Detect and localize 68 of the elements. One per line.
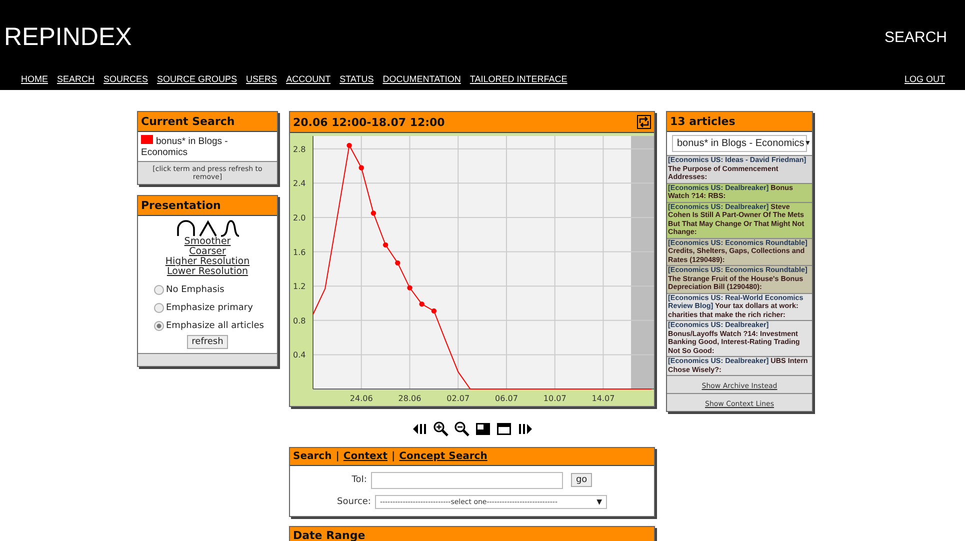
data-point <box>346 142 352 148</box>
panel-title: 13 articles <box>667 112 812 132</box>
data-point <box>395 260 400 266</box>
nav-link[interactable]: SEARCH <box>57 74 95 84</box>
source-label: Source: <box>337 497 371 507</box>
nav-link[interactable]: STATUS <box>340 74 374 84</box>
presentation-link[interactable]: Smoother <box>184 237 231 247</box>
data-point <box>370 210 376 216</box>
nav-link[interactable]: TAILORED INTERFACE <box>470 74 568 84</box>
site-logo[interactable]: REPINDEX <box>4 22 132 52</box>
tab-separator: | <box>336 451 340 462</box>
emphasis-option[interactable]: Emphasize primary <box>154 299 253 317</box>
scroll-left-icon[interactable] <box>412 421 428 437</box>
zoom-out-icon[interactable] <box>454 421 470 437</box>
y-tick-label: 0.4 <box>293 350 306 360</box>
search-term[interactable]: bonus* in Blogs - Economics <box>138 132 277 161</box>
logout-link[interactable]: LOG OUT <box>904 74 945 84</box>
presentation-link[interactable]: Coarser <box>189 247 226 257</box>
x-tick-label: 28.06 <box>398 394 422 403</box>
nav-link[interactable]: SOURCE GROUPS <box>157 74 238 84</box>
refresh-button[interactable]: refresh <box>186 335 228 349</box>
radio-button[interactable] <box>154 303 164 313</box>
search-tab[interactable]: Search <box>293 451 332 462</box>
radio-button[interactable] <box>154 285 164 295</box>
emphasis-option[interactable]: No Emphasis <box>154 281 224 299</box>
data-point <box>419 302 424 307</box>
data-point <box>382 242 388 248</box>
search-tab[interactable]: Context <box>343 451 388 462</box>
x-tick-label: 24.06 <box>350 394 373 403</box>
window-small-icon[interactable] <box>474 421 490 437</box>
toi-input[interactable] <box>370 472 563 488</box>
nav-link[interactable]: DOCUMENTATION <box>382 74 461 84</box>
y-tick-label: 1.6 <box>293 248 306 257</box>
panel-title: Presentation <box>138 196 277 216</box>
color-swatch <box>141 135 153 144</box>
zoom-in-icon[interactable] <box>432 421 448 437</box>
x-tick-label: 10.07 <box>543 394 566 403</box>
y-tick-label: 2.8 <box>293 144 306 154</box>
date-range-title: 20.06 12:00-18.07 12:00 <box>293 116 445 128</box>
nav-link[interactable]: USERS <box>246 74 278 84</box>
y-tick-label: 2.0 <box>293 213 306 222</box>
data-point <box>431 308 437 314</box>
go-button[interactable]: go <box>570 473 592 487</box>
radio-button[interactable] <box>154 321 164 331</box>
toi-label: ToI: <box>352 475 367 485</box>
presentation-link[interactable]: Lower Resolution <box>166 267 248 277</box>
y-tick-label: 0.8 <box>293 316 306 326</box>
nav-link[interactable]: ACCOUNT <box>286 74 331 84</box>
scroll-right-icon[interactable] <box>516 421 532 437</box>
data-point <box>407 285 412 290</box>
tab-separator: | <box>392 451 396 462</box>
search-link[interactable]: SEARCH <box>884 28 947 46</box>
curve-shapes-icon <box>176 219 240 237</box>
nav-link[interactable]: HOME <box>21 74 48 84</box>
panel-title: Date Range <box>290 527 654 541</box>
x-tick-label: 02.07 <box>446 394 470 403</box>
data-point <box>358 165 364 170</box>
panel-title: Current Search <box>138 112 277 132</box>
emphasis-option[interactable]: Emphasize all articles <box>154 317 264 335</box>
x-tick-label: 06.07 <box>495 394 518 403</box>
y-tick-label: 2.4 <box>293 179 306 188</box>
window-large-icon[interactable] <box>496 421 512 437</box>
refresh-icon[interactable] <box>637 115 651 129</box>
x-tick-label: 14.07 <box>592 394 615 403</box>
y-tick-label: 1.2 <box>293 282 306 292</box>
nav-link[interactable]: SOURCES <box>104 74 148 84</box>
search-tab[interactable]: Concept Search <box>399 451 488 462</box>
presentation-link[interactable]: Higher Resolution <box>165 257 250 267</box>
